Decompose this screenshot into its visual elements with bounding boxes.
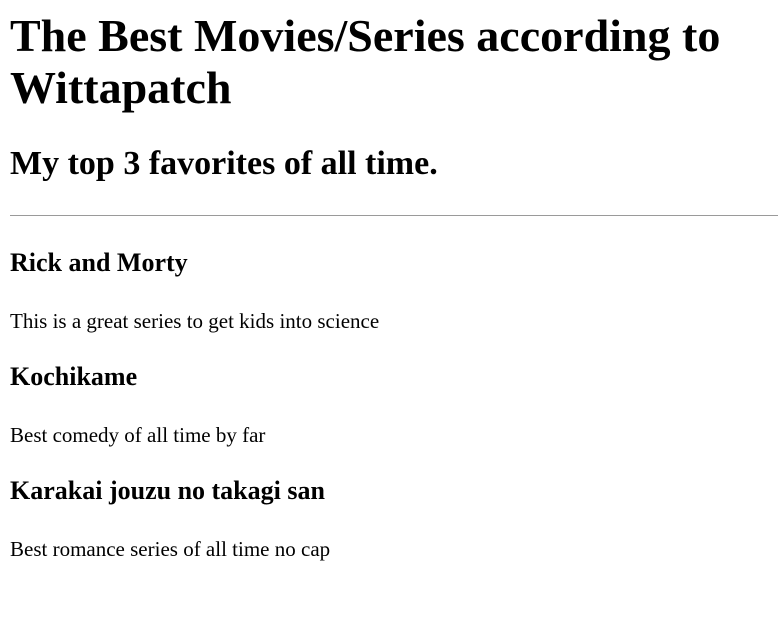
favorite-description: Best comedy of all time by far — [10, 423, 266, 447]
favorite-title: Rick and Morty — [10, 248, 188, 277]
page-subtitle: My top 3 favorites of all time. — [10, 145, 438, 182]
favorite-description: Best romance series of all time no cap — [10, 537, 331, 561]
divider — [10, 215, 778, 216]
favorite-title: Kochikame — [10, 362, 138, 391]
favorite-title: Karakai jouzu no takagi san — [10, 476, 325, 505]
page-title: The Best Movies/Series according to Witt… — [10, 10, 721, 113]
favorite-description: This is a great series to get kids into … — [10, 309, 380, 333]
favorites-list: Rick and Morty This is a great series to… — [10, 248, 778, 561]
